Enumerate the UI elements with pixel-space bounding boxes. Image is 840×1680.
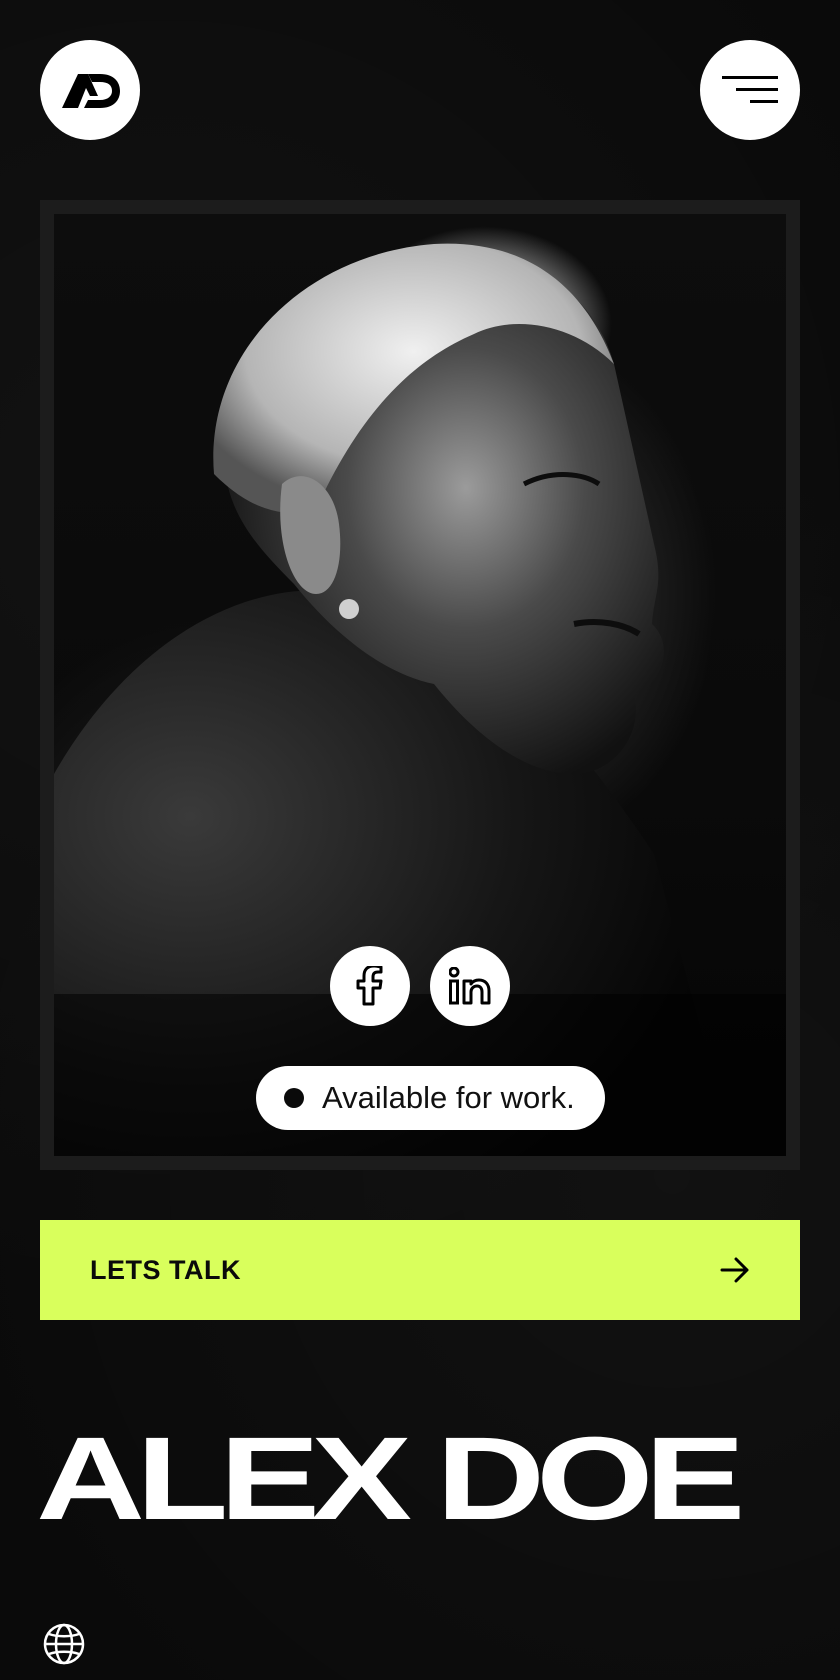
- hamburger-menu-icon: [722, 76, 778, 103]
- globe-icon[interactable]: [42, 1622, 86, 1666]
- ad-monogram-logo: [62, 74, 120, 108]
- status-label: Available for work.: [322, 1080, 575, 1115]
- hero-photo-frame: Available for work.: [40, 200, 800, 1170]
- portrait-photo: Available for work.: [54, 214, 786, 1156]
- lets-talk-button[interactable]: LETS TALK: [40, 1220, 800, 1320]
- social-links: [54, 946, 786, 1026]
- lets-talk-label: LETS TALK: [90, 1254, 241, 1285]
- linkedin-button[interactable]: [430, 946, 510, 1026]
- arrow-right-icon: [720, 1257, 749, 1283]
- facebook-button[interactable]: [330, 946, 410, 1026]
- display-name: ALEX DOE: [36, 1413, 745, 1545]
- facebook-icon: [356, 966, 383, 1006]
- menu-button[interactable]: [700, 40, 800, 140]
- linkedin-icon: [449, 967, 491, 1005]
- status-dot: [284, 1088, 304, 1108]
- logo-button[interactable]: [40, 40, 140, 140]
- availability-status: Available for work.: [256, 1066, 605, 1130]
